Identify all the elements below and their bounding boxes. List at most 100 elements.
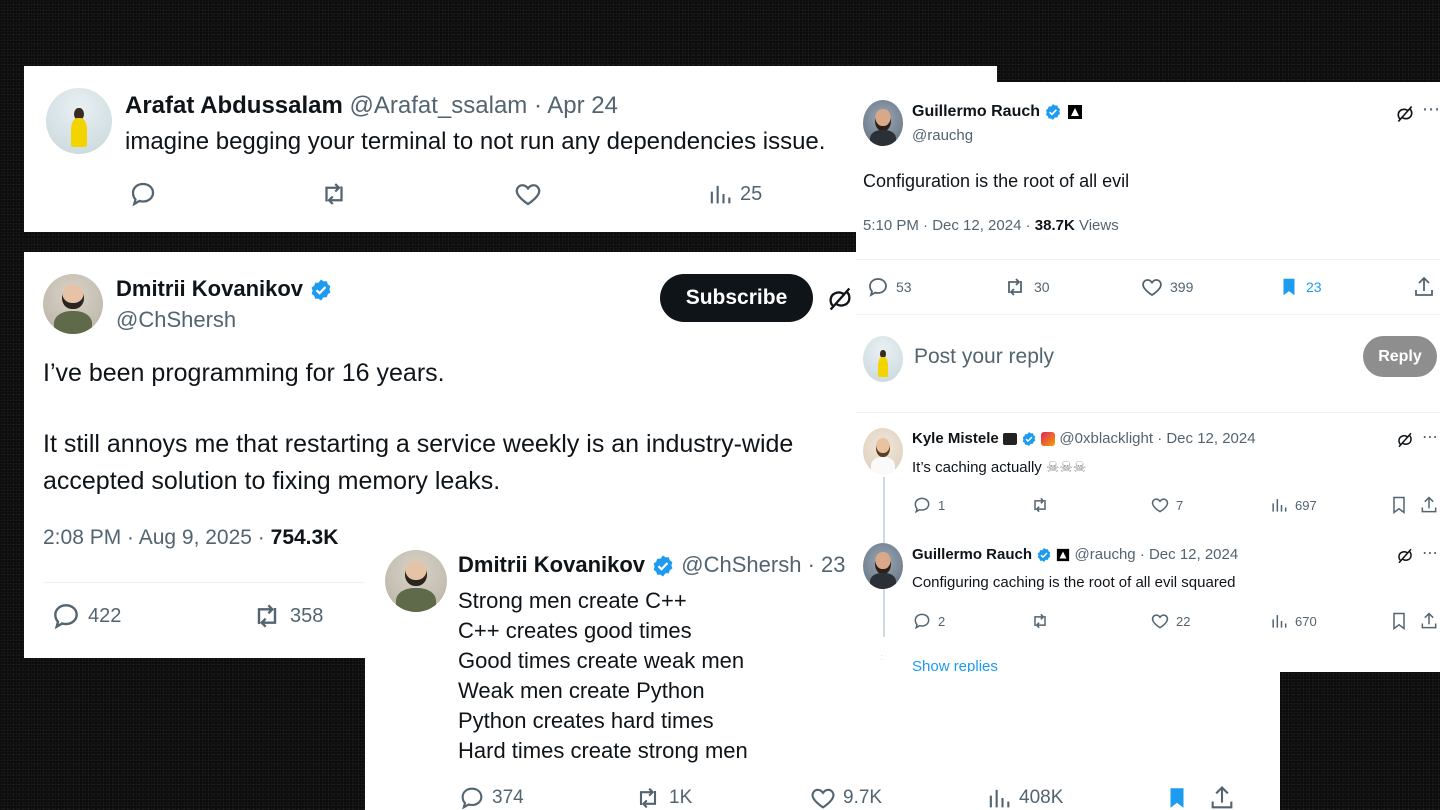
reply-count: 53 bbox=[896, 279, 912, 295]
grok-icon[interactable] bbox=[1396, 431, 1414, 449]
bookmark-button[interactable]: 23 bbox=[1278, 275, 1322, 299]
more-icon[interactable]: ⋯ bbox=[1422, 99, 1440, 120]
views-count: 697 bbox=[1295, 497, 1317, 513]
reply-button[interactable]: 2 bbox=[912, 611, 945, 631]
tweet-meta: 5:10 PM · Dec 12, 2024 · 38.7K Views bbox=[863, 217, 1119, 234]
show-replies-link[interactable]: Show replies bbox=[912, 658, 998, 672]
author-handle[interactable]: @rauchg bbox=[912, 127, 973, 144]
divider bbox=[856, 412, 1440, 413]
share-icon[interactable] bbox=[1412, 275, 1436, 299]
bookmark-icon[interactable] bbox=[1389, 495, 1409, 515]
author-handle[interactable]: @0xblacklight bbox=[1059, 430, 1153, 447]
views-count: 38.7K bbox=[1034, 217, 1075, 234]
grok-icon[interactable] bbox=[1396, 547, 1414, 565]
share-icon[interactable] bbox=[1208, 784, 1236, 810]
tweet-timestamp[interactable]: 2:08 PM · Aug 9, 2025 · bbox=[43, 526, 271, 549]
retweet-button[interactable] bbox=[1029, 611, 1051, 631]
reply-button[interactable]: 374 bbox=[458, 784, 524, 810]
tweet-timestamp[interactable]: 5:10 PM · Dec 12, 2024 · bbox=[863, 217, 1035, 234]
affiliate-badge-icon bbox=[1041, 432, 1056, 447]
like-button[interactable]: 7 bbox=[1150, 495, 1183, 515]
avatar[interactable] bbox=[863, 336, 903, 382]
tweet-card-guillermo[interactable]: Guillermo Rauch @rauchg ⋯ Configuration … bbox=[856, 82, 1440, 672]
retweet-button[interactable]: 1K bbox=[633, 784, 692, 810]
views-count: 670 bbox=[1295, 613, 1317, 629]
more-icon[interactable]: ⋯ bbox=[1422, 427, 1438, 447]
author-name[interactable]: Arafat Abdussalam bbox=[125, 92, 343, 119]
reply-button[interactable]: 422 bbox=[50, 600, 121, 632]
views-button[interactable]: 697 bbox=[1269, 495, 1317, 515]
avatar[interactable] bbox=[863, 543, 903, 589]
tweet-line: Good times create weak men bbox=[458, 648, 745, 673]
share-icon[interactable] bbox=[1419, 611, 1439, 631]
author-handle[interactable]: @ChShersh bbox=[116, 307, 236, 333]
author-name[interactable]: Kyle Mistele bbox=[912, 430, 999, 447]
views-button[interactable]: 25 bbox=[706, 180, 762, 208]
grok-icon[interactable] bbox=[1395, 104, 1415, 124]
author-handle[interactable]: @rauchg bbox=[1075, 546, 1136, 563]
views-icon bbox=[706, 180, 734, 208]
author-name[interactable]: Guillermo Rauch bbox=[912, 103, 1040, 120]
reply-date[interactable]: · Dec 12, 2024 bbox=[1140, 546, 1238, 563]
reply-count: 1 bbox=[938, 497, 946, 513]
views-icon bbox=[1269, 611, 1289, 631]
like-count: 22 bbox=[1176, 613, 1191, 629]
grok-icon[interactable] bbox=[826, 285, 854, 313]
avatar[interactable] bbox=[46, 88, 112, 154]
retweet-button[interactable] bbox=[1029, 495, 1051, 515]
views-button[interactable]: 408K bbox=[985, 784, 1063, 810]
retweet-count: 30 bbox=[1034, 279, 1050, 295]
tweet-date[interactable]: · Apr 24 bbox=[534, 92, 618, 119]
views-count: 25 bbox=[740, 182, 763, 205]
bookmark-icon[interactable] bbox=[1389, 611, 1409, 631]
views-button[interactable]: 670 bbox=[1269, 611, 1317, 631]
emoji-badge-icon bbox=[1002, 433, 1017, 446]
author-handle[interactable]: @Arafat_ssalam bbox=[350, 92, 528, 119]
affiliate-badge-icon bbox=[1067, 105, 1082, 119]
tweet-text: Configuration is the root of all evil bbox=[863, 171, 1130, 191]
author-name[interactable]: Guillermo Rauch bbox=[912, 546, 1032, 563]
reply-submit-button[interactable]: Reply bbox=[1363, 336, 1437, 377]
reply-button[interactable]: 53 bbox=[866, 275, 912, 299]
reply-date[interactable]: · Dec 12, 2024 bbox=[1157, 430, 1255, 447]
like-button[interactable] bbox=[513, 179, 543, 209]
like-button[interactable]: 22 bbox=[1150, 611, 1190, 631]
reply-count: 422 bbox=[88, 604, 122, 627]
retweet-icon bbox=[1029, 495, 1051, 515]
tweet-header: Guillermo Rauch bbox=[912, 103, 1083, 121]
avatar[interactable] bbox=[43, 274, 103, 334]
reply-icon bbox=[912, 495, 932, 515]
reply-button[interactable] bbox=[128, 179, 158, 209]
retweet-icon bbox=[1002, 275, 1028, 299]
reply-button[interactable]: 1 bbox=[912, 495, 945, 515]
reply-input[interactable]: Post your reply bbox=[914, 345, 1054, 369]
like-count: 7 bbox=[1176, 497, 1184, 513]
retweet-icon bbox=[633, 784, 663, 810]
author-name[interactable]: Dmitrii Kovanikov bbox=[116, 276, 303, 301]
tweet-line: Hard times create strong men bbox=[458, 738, 748, 763]
like-button[interactable]: 399 bbox=[1140, 275, 1193, 299]
retweet-button[interactable] bbox=[318, 179, 350, 209]
avatar[interactable] bbox=[863, 100, 903, 146]
avatar[interactable] bbox=[863, 428, 903, 474]
tweet-header: Dmitrii Kovanikov @ChShersh · 23 bbox=[458, 552, 846, 578]
tweet-meta: 2:08 PM · Aug 9, 2025 · 754.3K bbox=[43, 526, 338, 550]
author-handle[interactable]: @ChShersh bbox=[681, 552, 801, 577]
heart-icon bbox=[513, 179, 543, 209]
avatar[interactable] bbox=[385, 550, 447, 612]
tweet-card-arafat[interactable]: Arafat Abdussalam @Arafat_ssalam · Apr 2… bbox=[24, 66, 997, 232]
subscribe-button[interactable]: Subscribe bbox=[660, 274, 813, 322]
reply-header: Kyle Mistele @0xblacklight · Dec 12, 202… bbox=[912, 430, 1256, 447]
retweet-button[interactable]: 30 bbox=[1002, 275, 1050, 299]
tweet-date[interactable]: · 23 bbox=[808, 552, 846, 577]
author-name[interactable]: Dmitrii Kovanikov bbox=[458, 552, 645, 577]
share-icon[interactable] bbox=[1419, 495, 1439, 515]
bookmark-icon[interactable] bbox=[1164, 784, 1190, 810]
reply-text: It’s caching actually ☠☠☠ bbox=[912, 458, 1086, 476]
views-icon bbox=[985, 784, 1013, 810]
reply-icon bbox=[912, 611, 932, 631]
retweet-icon bbox=[318, 179, 350, 209]
more-icon[interactable]: ⋯ bbox=[1422, 543, 1438, 563]
like-button[interactable]: 9.7K bbox=[809, 784, 882, 810]
retweet-button[interactable]: 358 bbox=[250, 600, 323, 632]
